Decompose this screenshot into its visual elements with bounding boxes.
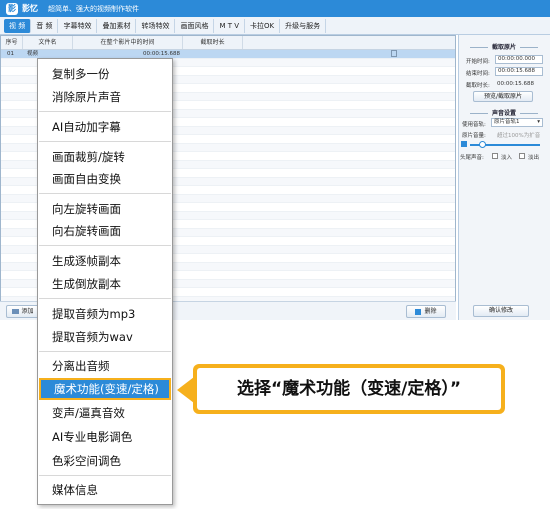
- end-time-label: 结束时间:: [466, 71, 490, 77]
- menu-item-media-info[interactable]: 媒体信息: [39, 479, 171, 501]
- fade-out-label: 淡出: [528, 155, 540, 161]
- fade-label: 头尾声音:: [460, 155, 484, 161]
- duration-value: 00:00:15.688: [497, 81, 534, 87]
- duration-label: 截取时长:: [466, 83, 490, 89]
- delete-button[interactable]: 删除: [406, 305, 446, 318]
- audio-section-title: 声音设置: [458, 108, 550, 117]
- menu-item-magic-function[interactable]: 魔术功能(变速/定格): [39, 378, 171, 400]
- tab-upgrade[interactable]: 升级与服务: [280, 18, 327, 33]
- tab-style[interactable]: 画面风格: [175, 18, 215, 33]
- tab-overlay[interactable]: 叠加素材: [97, 18, 137, 33]
- menu-item-voice-effects[interactable]: 变声/逼真音效: [39, 402, 171, 424]
- menu-item-reverse-copy[interactable]: 生成倒放副本: [39, 273, 171, 295]
- start-time-label: 开始时间:: [466, 59, 490, 65]
- row-filename: 视频: [27, 51, 39, 57]
- row-time: 00:00:15.688: [143, 51, 180, 57]
- callout-text: 选择“魔术功能（变速/定格）”: [197, 368, 501, 410]
- row-index: 01: [7, 51, 14, 57]
- add-button-label: 添加: [21, 308, 34, 315]
- row-more-icon[interactable]: [391, 50, 397, 57]
- preview-trim-button[interactable]: 预览/截取原片: [473, 91, 533, 102]
- title-bar: 影 影忆 超简单、强大的视频制作软件: [0, 0, 550, 17]
- instruction-callout: 选择“魔术功能（变速/定格）”: [193, 364, 505, 414]
- menu-item-ai-subtitle[interactable]: AI自动加字幕: [39, 116, 171, 138]
- menu-item-extract-mp3[interactable]: 提取音频为mp3: [39, 303, 171, 325]
- col-time: 在整个影片中的时间: [73, 36, 183, 49]
- menu-item-ai-color-grading[interactable]: AI专业电影调色: [39, 426, 171, 448]
- tab-subtitle-effects[interactable]: 字幕特效: [58, 18, 98, 33]
- trash-icon: [415, 308, 422, 315]
- col-index: 序号: [1, 36, 23, 49]
- menu-separator: [39, 298, 171, 299]
- menu-item-free-transform[interactable]: 画面自由变换: [39, 168, 171, 190]
- app-slogan: 超简单、强大的视频制作软件: [48, 4, 139, 13]
- callout-arrow: [177, 377, 194, 403]
- app-name: 影忆: [22, 4, 38, 13]
- tab-mtv[interactable]: M T V: [214, 18, 246, 33]
- volume-hint: 超过100%为扩音: [497, 133, 541, 139]
- menu-item-mute[interactable]: 消除原片声音: [39, 86, 171, 108]
- track-label: 使用音轨:: [462, 122, 486, 128]
- confirm-button[interactable]: 确认修改: [473, 305, 529, 317]
- delete-button-label: 删除: [424, 308, 437, 315]
- fade-in-label: 淡入: [501, 155, 513, 161]
- table-header: 序号 文件名 在整个影片中的时间 截取时长: [1, 36, 455, 50]
- menu-item-crop-rotate[interactable]: 画面裁剪/旋转: [39, 146, 171, 168]
- volume-slider-handle[interactable]: [479, 141, 486, 148]
- fade-in-checkbox[interactable]: [492, 153, 498, 159]
- menu-item-separate-audio[interactable]: 分离出音频: [39, 355, 171, 377]
- menu-item-extract-wav[interactable]: 提取音频为wav: [39, 326, 171, 348]
- properties-panel: [458, 35, 550, 320]
- menu-separator: [39, 111, 171, 112]
- trim-section-title: 截取原片: [458, 42, 550, 51]
- app-logo-icon: 影: [6, 2, 18, 15]
- menu-item-frame-copy[interactable]: 生成逐帧副本: [39, 250, 171, 272]
- main-nav: 视 频 音 频 字幕特效 叠加素材 转场特效 画面风格 M T V 卡拉OK 升…: [0, 17, 550, 35]
- tab-transition[interactable]: 转场特效: [136, 18, 176, 33]
- menu-separator: [39, 141, 171, 142]
- track-select[interactable]: 原片音轨1 ▾: [491, 118, 543, 127]
- tab-karaoke[interactable]: 卡拉OK: [245, 18, 281, 33]
- volume-label: 原片音量:: [462, 133, 486, 139]
- add-button[interactable]: 添加: [6, 305, 40, 318]
- start-time-field[interactable]: 00:00:00.000: [495, 55, 543, 64]
- speaker-icon: [461, 141, 467, 147]
- menu-item-color-space[interactable]: 色彩空间调色: [39, 450, 171, 472]
- menu-item-rotate-left[interactable]: 向左旋转画面: [39, 198, 171, 220]
- menu-separator: [39, 475, 171, 476]
- menu-separator: [39, 193, 171, 194]
- tab-video[interactable]: 视 频: [4, 18, 32, 33]
- chevron-down-icon: ▾: [537, 119, 540, 125]
- col-duration: 截取时长: [183, 36, 243, 49]
- menu-separator: [39, 351, 171, 352]
- col-filename: 文件名: [23, 36, 73, 49]
- menu-separator: [39, 245, 171, 246]
- menu-item-rotate-right[interactable]: 向右旋转画面: [39, 220, 171, 242]
- menu-item-duplicate[interactable]: 复制多一份: [39, 63, 171, 85]
- end-time-field[interactable]: 00:00:15.688: [495, 67, 543, 76]
- context-menu: 复制多一份 消除原片声音 AI自动加字幕 画面裁剪/旋转 画面自由变换 向左旋转…: [37, 58, 173, 505]
- track-select-value: 原片音轨1: [494, 119, 520, 125]
- add-video-icon: [12, 309, 20, 314]
- fade-out-checkbox[interactable]: [519, 153, 525, 159]
- tab-audio[interactable]: 音 频: [31, 18, 59, 33]
